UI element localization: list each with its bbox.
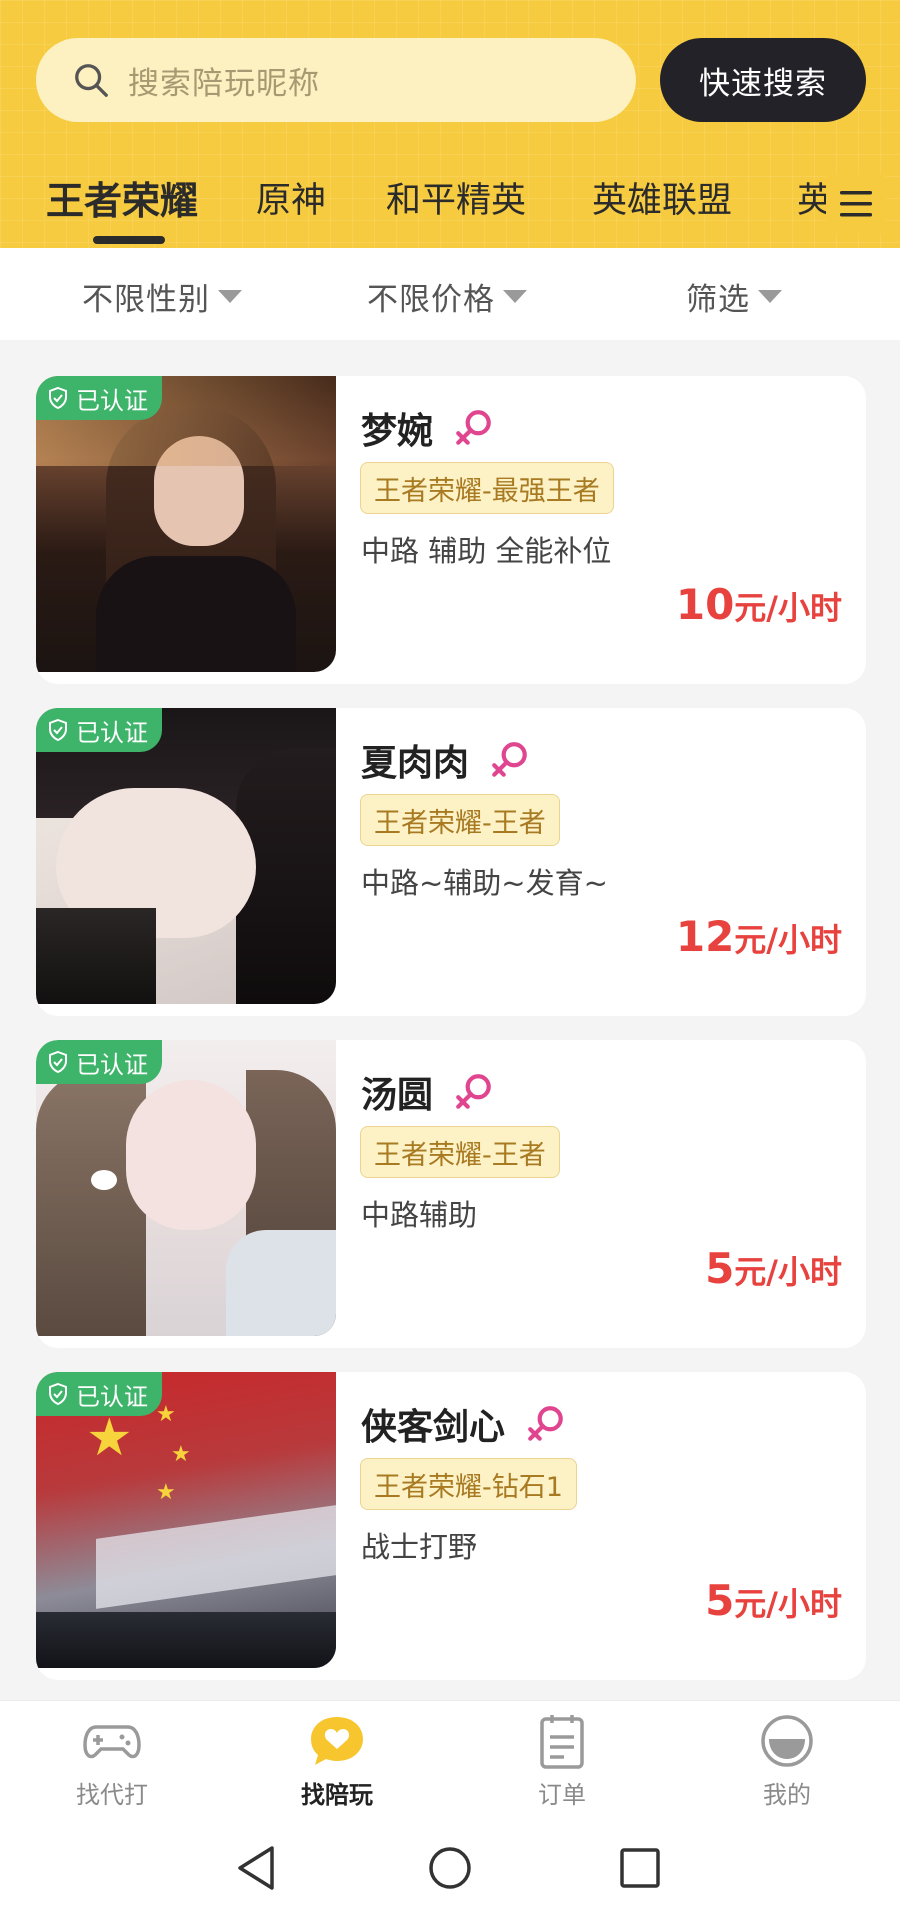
female-icon (456, 1074, 491, 1109)
price-value: 5 (705, 1576, 735, 1625)
price-unit: 元/小时 (734, 589, 842, 627)
avatar-photo: ★ ★ ★ ★ (36, 1372, 336, 1668)
gender-filter-label: 不限性别 (82, 282, 210, 318)
search-placeholder: 搜索陪玩昵称 (128, 65, 320, 102)
chat-heart-icon (311, 1717, 363, 1765)
nav-profile[interactable]: 我的 (707, 1713, 867, 1810)
shield-check-icon (49, 718, 67, 742)
position-description: 中路~辅助~发育~ (361, 866, 608, 900)
search-input[interactable]: 搜索陪玩昵称 (36, 38, 636, 122)
rank-tag: 王者荣耀-钻石1 (360, 1458, 577, 1510)
verified-label: 已认证 (76, 386, 148, 415)
price-value: 12 (675, 912, 735, 961)
verified-badge: 已认证 (36, 1372, 162, 1416)
avatar-photo (36, 376, 336, 672)
tab-yuanshen[interactable]: 原神 (256, 172, 326, 223)
menu-icon[interactable] (826, 174, 886, 234)
companion-name-text: 汤圆 (361, 1075, 434, 1116)
tab-more-partial[interactable]: 英 (797, 172, 828, 223)
price-filter[interactable]: 不限价格 (367, 274, 527, 319)
tab-heping[interactable]: 和平精英 (386, 172, 526, 223)
rank-tag: 王者荣耀-王者 (360, 1126, 560, 1178)
system-nav-bar (0, 1818, 900, 1920)
companion-card[interactable]: 已认证 夏肉肉 王者荣耀-王者 中路~辅助~发育~ 12 元/小时 (36, 708, 866, 1016)
search-icon (75, 64, 108, 97)
filter-bar: 不限性别 不限价格 筛选 (0, 248, 900, 340)
companion-name-text: 梦婉 (361, 411, 434, 452)
nav-label: 我的 (763, 1781, 811, 1809)
position-description: 中路辅助 (361, 1198, 478, 1232)
companion-card[interactable]: ★ ★ ★ ★ 已认证 侠客剑心 王者荣耀-钻石1 战士打野 5 元/小时 (36, 1372, 866, 1680)
caret-down-icon (503, 290, 527, 303)
caret-down-icon (758, 290, 782, 303)
recents-icon[interactable] (612, 1840, 668, 1896)
price: 12 元/小时 (676, 912, 842, 961)
game-tabs: 王者荣耀 原神 和平精英 英雄联盟 英 (0, 160, 900, 248)
nav-find-booster[interactable]: 找代打 (32, 1713, 192, 1810)
shield-check-icon (49, 1050, 67, 1074)
position-description: 战士打野 (361, 1530, 478, 1564)
female-icon (492, 742, 527, 777)
female-icon (528, 1406, 563, 1441)
verified-badge: 已认证 (36, 1040, 162, 1084)
price: 5 元/小时 (705, 1244, 842, 1293)
verified-badge: 已认证 (36, 708, 162, 752)
verified-badge: 已认证 (36, 376, 162, 420)
order-list-icon (540, 1715, 584, 1769)
quick-search-button[interactable]: 快速搜索 (660, 38, 866, 122)
nav-find-companion[interactable]: 找陪玩 (257, 1713, 417, 1810)
companion-name: 梦婉 (361, 402, 495, 454)
nav-label: 找代打 (76, 1781, 148, 1809)
price-unit: 元/小时 (734, 1585, 842, 1623)
more-filter[interactable]: 筛选 (686, 274, 782, 319)
companion-name: 汤圆 (361, 1066, 495, 1118)
bottom-nav: 找代打 找陪玩 订单 我的 (0, 1700, 900, 1818)
tab-lol[interactable]: 英雄联盟 (592, 172, 732, 223)
price-unit: 元/小时 (734, 1253, 842, 1291)
active-tab-indicator (93, 236, 165, 244)
price-filter-label: 不限价格 (367, 282, 495, 318)
more-filter-label: 筛选 (686, 282, 750, 318)
female-icon (456, 410, 491, 445)
rank-tag: 王者荣耀-最强王者 (360, 462, 614, 514)
companion-name: 侠客剑心 (361, 1398, 567, 1450)
companion-name-text: 夏肉肉 (361, 743, 470, 784)
price: 10 元/小时 (676, 580, 842, 629)
verified-label: 已认证 (76, 1050, 148, 1079)
price-value: 10 (675, 580, 735, 629)
tab-wangzhe[interactable]: 王者荣耀 (46, 170, 198, 225)
price-unit: 元/小时 (734, 921, 842, 959)
price-value: 5 (705, 1244, 735, 1293)
companion-card[interactable]: 已认证 梦婉 王者荣耀-最强王者 中路 辅助 全能补位 10 元/小时 (36, 376, 866, 684)
avatar-photo (36, 1040, 336, 1336)
nav-label: 订单 (538, 1781, 586, 1809)
avatar-photo (36, 708, 336, 1004)
rank-tag: 王者荣耀-王者 (360, 794, 560, 846)
back-icon[interactable] (228, 1840, 284, 1896)
gamepad-icon (83, 1725, 141, 1759)
profile-icon (761, 1715, 813, 1767)
companion-card[interactable]: 已认证 汤圆 王者荣耀-王者 中路辅助 5 元/小时 (36, 1040, 866, 1348)
home-icon[interactable] (422, 1840, 478, 1896)
price: 5 元/小时 (705, 1576, 842, 1625)
header: 搜索陪玩昵称 快速搜索 王者荣耀 原神 和平精英 英雄联盟 英 (0, 0, 900, 248)
shield-check-icon (49, 1382, 67, 1406)
caret-down-icon (218, 290, 242, 303)
position-description: 中路 辅助 全能补位 (361, 534, 612, 568)
nav-label: 找陪玩 (301, 1781, 373, 1809)
companion-name-text: 侠客剑心 (361, 1407, 506, 1448)
verified-label: 已认证 (76, 718, 148, 747)
shield-check-icon (49, 386, 67, 410)
gender-filter[interactable]: 不限性别 (82, 274, 242, 319)
nav-orders[interactable]: 订单 (482, 1713, 642, 1810)
verified-label: 已认证 (76, 1382, 148, 1411)
companion-name: 夏肉肉 (361, 734, 531, 786)
